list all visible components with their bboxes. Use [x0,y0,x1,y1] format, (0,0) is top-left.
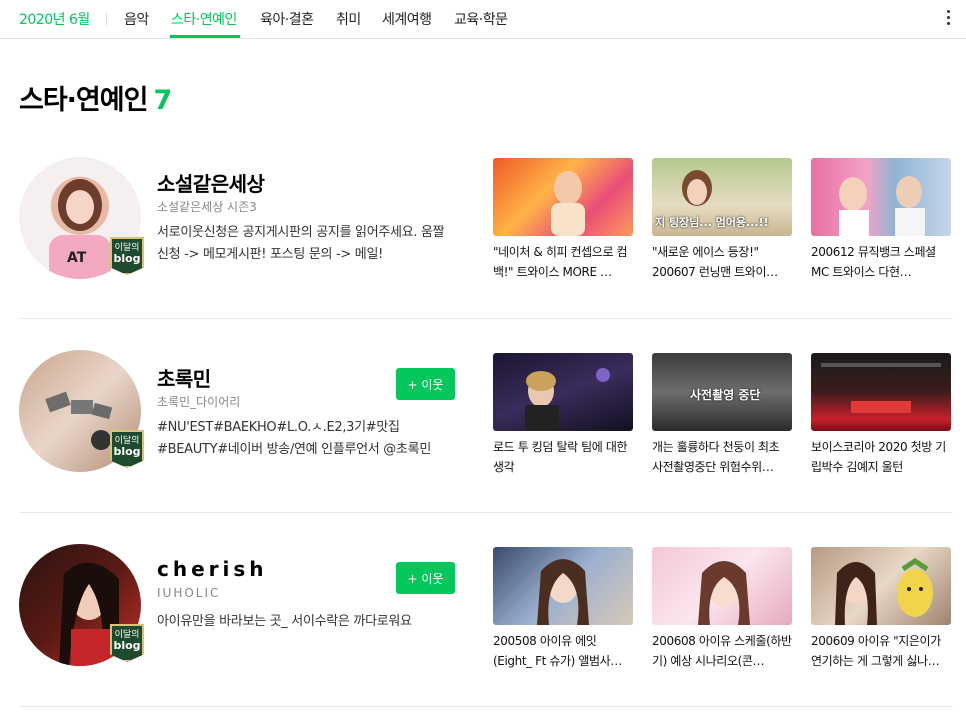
blog-row: AT 이달의 blog 소설같은세상 소설같은세상 시즌3 서로이웃신청은 공지게… [19,155,953,285]
post-card[interactable]: "네이처 & 히피 컨셉으로 컴백!" 트와이스 MORE … [493,158,633,282]
post-thumbnail [493,547,633,625]
blog-of-the-month-badge: 이달의 blog [110,237,144,275]
post-caption: 200608 아이유 스케줄(하반기) 예상 시나리오(콘… [652,634,792,668]
blog-subtitle: 소설같은세상 시즌3 [157,200,257,214]
tab-parenting-marriage[interactable]: 육아·결혼 [260,9,314,29]
tab-hobby[interactable]: 취미 [336,9,361,29]
post-card[interactable]: 보이스코리아 2020 첫방 기립박수 김예지 울턴 [811,353,951,477]
post-thumbnail: 지 팅장님... 멈어용...!! [652,158,792,236]
svg-text:AT: AT [67,250,87,266]
top-navigation: 2020년 6월 음악 스타·연예인 육아·결혼 취미 세계여행 교육·학문 [0,0,966,39]
post-card[interactable]: 200608 아이유 스케줄(하반기) 예상 시나리오(콘… [652,547,792,671]
post-thumbnail [652,547,792,625]
thumbnail-caption-overlay: 지 팅장님... 멈어용...!! [655,216,769,229]
post-thumbnail [811,353,951,431]
post-caption: 개는 훌륭하다 천둥이 최초 사전촬영중단 위험수위… [652,440,780,474]
post-thumbnail: 사전촬영 중단 [652,353,792,431]
post-card[interactable]: 지 팅장님... 멈어용...!! "새로운 에이스 등장!" 200607 런… [652,158,792,282]
badge-line2: blog [113,639,141,653]
post-caption: 로드 투 킹덤 탈락 팀에 대한 생각 [493,440,628,474]
blog-subtitle: 초록민_다이어리 [157,395,241,409]
post-caption: 200612 뮤직뱅크 스페셜 MC 트와이스 다현… [811,245,936,279]
blog-name[interactable]: 초록민 [157,363,211,392]
post-thumbnail [811,158,951,236]
follow-button[interactable]: + 이웃 [396,562,455,594]
post-caption: "네이처 & 히피 컨셉으로 컴백!" 트와이스 MORE … [493,245,628,279]
post-thumbnail [811,547,951,625]
page-title-count: 7 [153,85,172,116]
post-card[interactable]: 200612 뮤직뱅크 스페셜 MC 트와이스 다현… [811,158,951,282]
blog-of-the-month-badge: 이달의 blog [110,430,144,468]
row-divider [19,512,953,513]
blog-row: 이달의 blog cherish IUHOLIC 아이유만을 바라보는 곳_ 서이… [19,544,953,674]
badge-line2: blog [113,445,141,459]
post-thumbnail [493,353,633,431]
post-caption: 보이스코리아 2020 첫방 기립박수 김예지 울턴 [811,440,946,474]
blog-description: 서로이웃신청은 공지게시판의 공지를 읽어주세요. 움짤 신청 -> 메모게시판… [157,225,445,262]
tab-star-entertainer[interactable]: 스타·연예인 [171,9,237,29]
row-divider [19,318,953,319]
nav-divider [106,13,107,26]
row-divider [19,706,953,707]
blog-of-the-month-badge: 이달의 blog [110,624,144,662]
post-caption: 200508 아이유 에잇(Eight_ Ft 슈가) 앨범사… [493,634,622,668]
blog-description: #NU'EST#BAEKHO#L.O.ㅅ.E2,3기#맛집 #BEAUTY#네이… [157,420,431,457]
more-vertical-icon[interactable] [945,10,951,28]
blog-description: 아이유만을 바라보는 곳_ 서이수락은 까다로워요 [157,614,412,629]
post-card[interactable]: 로드 투 킹덤 탈락 팀에 대한 생각 [493,353,633,477]
badge-line2: blog [113,252,141,266]
page-title: 스타·연예인 7 [19,78,172,117]
blog-name[interactable]: 소설같은세상 [157,168,265,197]
post-card[interactable]: 사전촬영 중단 개는 훌륭하다 천둥이 최초 사전촬영중단 위험수위… [652,353,792,477]
blog-subtitle: IUHOLIC [157,586,221,600]
tab-music[interactable]: 음악 [124,9,149,29]
post-card[interactable]: 200508 아이유 에잇(Eight_ Ft 슈가) 앨범사… [493,547,633,671]
month-label[interactable]: 2020년 6월 [19,9,90,29]
tab-education[interactable]: 교육·학문 [454,9,508,29]
page-title-text: 스타·연예인 [19,85,148,116]
post-thumbnail [493,158,633,236]
post-card[interactable]: 200609 아이유 "지은이가 연기하는 게 그렇게 싫나… [811,547,951,671]
post-caption: 200609 아이유 "지은이가 연기하는 게 그렇게 싫나… [811,634,941,668]
follow-button[interactable]: + 이웃 [396,368,455,400]
post-caption: "새로운 에이스 등장!" 200607 런닝맨 트와이… [652,245,778,279]
thumbnail-caption-overlay: 사전촬영 중단 [690,388,761,402]
blog-name[interactable]: cherish [157,557,268,581]
blog-row: 이달의 blog 초록민 초록민_다이어리 #NU'EST#BAEKHO#L.O.… [19,350,953,480]
tab-world-travel[interactable]: 세계여행 [382,9,432,29]
active-tab-indicator [170,35,240,38]
